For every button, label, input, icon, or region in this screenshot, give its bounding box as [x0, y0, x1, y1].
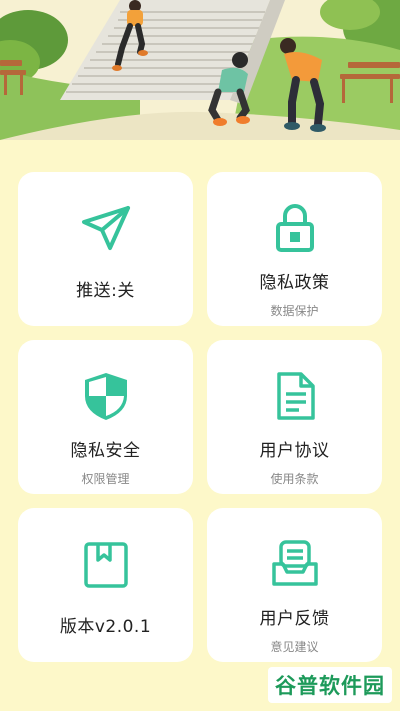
feedback-icon	[269, 538, 321, 590]
card-title: 版本v2.0.1	[59, 617, 152, 637]
card-subtitle: 权限管理	[81, 472, 130, 486]
card-subtitle: 意见建议	[270, 640, 319, 654]
version-card[interactable]: 版本v2.0.1	[18, 508, 193, 662]
user-agreement-card[interactable]: 用户协议 使用条款	[207, 340, 382, 494]
card-subtitle: 使用条款	[270, 472, 319, 486]
watermark-text: 谷普软件园	[275, 674, 385, 698]
watermark-logo: 谷普软件园	[268, 667, 392, 703]
card-subtitle: 数据保护	[270, 304, 319, 318]
send-icon	[80, 202, 132, 254]
document-icon	[269, 370, 321, 422]
card-title: 推送:关	[76, 281, 135, 301]
user-feedback-card[interactable]: 用户反馈 意见建议	[207, 508, 382, 662]
menu-grid: 推送:关 隐私政策 数据保护 隐私安全 权限管理 用户协议 使用条款 版本v2.…	[18, 172, 382, 662]
card-title: 用户协议	[259, 441, 330, 461]
shield-icon	[80, 370, 132, 422]
lock-icon	[269, 202, 321, 254]
privacy-security-card[interactable]: 隐私安全 权限管理	[18, 340, 193, 494]
card-title: 用户反馈	[259, 609, 330, 629]
header-illustration	[0, 0, 400, 140]
privacy-policy-card[interactable]: 隐私政策 数据保护	[207, 172, 382, 326]
card-title: 隐私安全	[70, 441, 141, 461]
push-toggle-card[interactable]: 推送:关	[18, 172, 193, 326]
card-title: 隐私政策	[259, 273, 330, 293]
bookmark-icon	[80, 538, 132, 590]
